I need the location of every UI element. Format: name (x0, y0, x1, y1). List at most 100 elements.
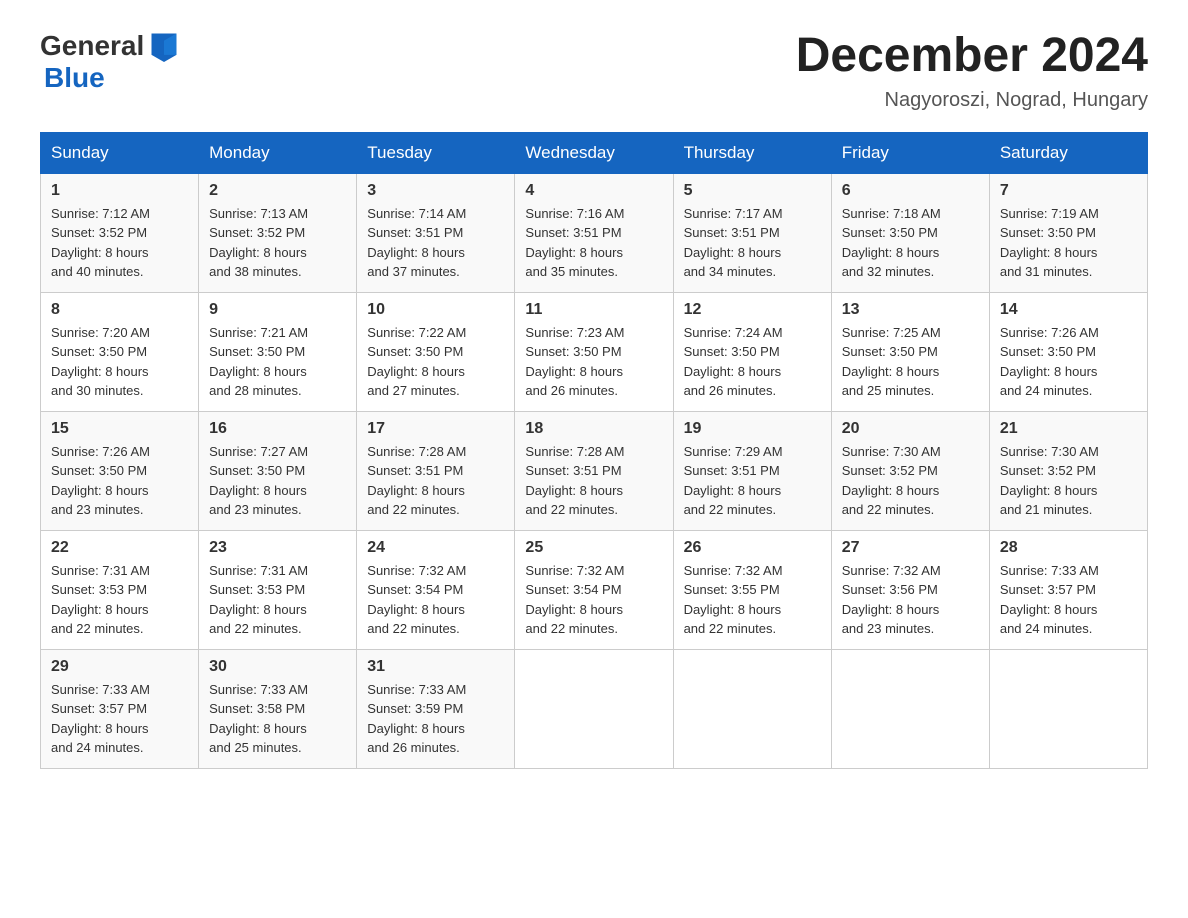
logo-text-blue: Blue (44, 62, 105, 94)
day-number: 12 (684, 301, 821, 319)
day-info: Sunrise: 7:13 AMSunset: 3:52 PMDaylight:… (209, 204, 346, 282)
calendar-cell (831, 649, 989, 768)
calendar-cell: 20 Sunrise: 7:30 AMSunset: 3:52 PMDayligh… (831, 411, 989, 530)
day-info: Sunrise: 7:33 AMSunset: 3:58 PMDaylight:… (209, 680, 346, 758)
calendar-cell: 8 Sunrise: 7:20 AMSunset: 3:50 PMDaylight… (41, 292, 199, 411)
calendar-cell: 17 Sunrise: 7:28 AMSunset: 3:51 PMDayligh… (357, 411, 515, 530)
calendar-cell: 19 Sunrise: 7:29 AMSunset: 3:51 PMDayligh… (673, 411, 831, 530)
calendar-cell: 26 Sunrise: 7:32 AMSunset: 3:55 PMDayligh… (673, 530, 831, 649)
calendar-cell: 6 Sunrise: 7:18 AMSunset: 3:50 PMDaylight… (831, 173, 989, 292)
day-info: Sunrise: 7:27 AMSunset: 3:50 PMDaylight:… (209, 442, 346, 520)
day-number: 10 (367, 301, 504, 319)
col-header-tuesday: Tuesday (357, 132, 515, 173)
calendar-cell: 25 Sunrise: 7:32 AMSunset: 3:54 PMDayligh… (515, 530, 673, 649)
calendar-cell (673, 649, 831, 768)
day-number: 11 (525, 301, 662, 319)
month-title: December 2024 (796, 30, 1148, 83)
day-info: Sunrise: 7:26 AMSunset: 3:50 PMDaylight:… (1000, 323, 1137, 401)
calendar-cell: 12 Sunrise: 7:24 AMSunset: 3:50 PMDayligh… (673, 292, 831, 411)
calendar-cell: 14 Sunrise: 7:26 AMSunset: 3:50 PMDayligh… (989, 292, 1147, 411)
col-header-thursday: Thursday (673, 132, 831, 173)
calendar-cell: 23Sunrise: 7:31 AMSunset: 3:53 PMDayligh… (199, 530, 357, 649)
day-info: Sunrise: 7:25 AMSunset: 3:50 PMDaylight:… (842, 323, 979, 401)
logo: General Blue (40, 30, 180, 94)
day-info: Sunrise: 7:33 AMSunset: 3:57 PMDaylight:… (51, 680, 188, 758)
calendar-header-row: SundayMondayTuesdayWednesdayThursdayFrid… (41, 132, 1148, 173)
week-row-1: 1Sunrise: 7:12 AMSunset: 3:52 PMDaylight… (41, 173, 1148, 292)
day-number: 28 (1000, 539, 1137, 557)
day-number: 30 (209, 658, 346, 676)
day-info: Sunrise: 7:32 AMSunset: 3:55 PMDaylight:… (684, 561, 821, 639)
calendar-cell: 16 Sunrise: 7:27 AMSunset: 3:50 PMDayligh… (199, 411, 357, 530)
logo-text-general: General (40, 30, 144, 62)
day-number: 22 (51, 539, 188, 557)
day-info: Sunrise: 7:31 AMSunset: 3:53 PMDaylight:… (51, 561, 188, 639)
day-number: 24 (367, 539, 504, 557)
location-subtitle: Nagyoroszi, Nograd, Hungary (796, 89, 1148, 112)
col-header-wednesday: Wednesday (515, 132, 673, 173)
calendar-cell (989, 649, 1147, 768)
col-header-saturday: Saturday (989, 132, 1147, 173)
day-number: 20 (842, 420, 979, 438)
day-number: 9 (209, 301, 346, 319)
calendar-cell: 13 Sunrise: 7:25 AMSunset: 3:50 PMDayligh… (831, 292, 989, 411)
day-number: 16 (209, 420, 346, 438)
calendar-cell: 5Sunrise: 7:17 AMSunset: 3:51 PMDaylight… (673, 173, 831, 292)
day-info: Sunrise: 7:28 AMSunset: 3:51 PMDaylight:… (525, 442, 662, 520)
day-number: 8 (51, 301, 188, 319)
calendar-cell (515, 649, 673, 768)
col-header-friday: Friday (831, 132, 989, 173)
week-row-4: 22 Sunrise: 7:31 AMSunset: 3:53 PMDayligh… (41, 530, 1148, 649)
calendar-table: SundayMondayTuesdayWednesdayThursdayFrid… (40, 132, 1148, 769)
week-row-3: 15 Sunrise: 7:26 AMSunset: 3:50 PMDayligh… (41, 411, 1148, 530)
day-info: Sunrise: 7:16 AMSunset: 3:51 PMDaylight:… (525, 204, 662, 282)
day-info: Sunrise: 7:26 AMSunset: 3:50 PMDaylight:… (51, 442, 188, 520)
calendar-cell: 30 Sunrise: 7:33 AMSunset: 3:58 PMDayligh… (199, 649, 357, 768)
calendar-cell: 22 Sunrise: 7:31 AMSunset: 3:53 PMDayligh… (41, 530, 199, 649)
calendar-cell: 28Sunrise: 7:33 AMSunset: 3:57 PMDayligh… (989, 530, 1147, 649)
day-number: 18 (525, 420, 662, 438)
calendar-cell: 15 Sunrise: 7:26 AMSunset: 3:50 PMDayligh… (41, 411, 199, 530)
day-info: Sunrise: 7:14 AMSunset: 3:51 PMDaylight:… (367, 204, 504, 282)
calendar-cell: 11 Sunrise: 7:23 AMSunset: 3:50 PMDayligh… (515, 292, 673, 411)
calendar-cell: 7Sunrise: 7:19 AMSunset: 3:50 PMDaylight… (989, 173, 1147, 292)
calendar-cell: 4 Sunrise: 7:16 AMSunset: 3:51 PMDaylight… (515, 173, 673, 292)
day-number: 14 (1000, 301, 1137, 319)
week-row-5: 29 Sunrise: 7:33 AMSunset: 3:57 PMDayligh… (41, 649, 1148, 768)
day-info: Sunrise: 7:23 AMSunset: 3:50 PMDaylight:… (525, 323, 662, 401)
calendar-cell: 18 Sunrise: 7:28 AMSunset: 3:51 PMDayligh… (515, 411, 673, 530)
day-number: 13 (842, 301, 979, 319)
calendar-cell: 9 Sunrise: 7:21 AMSunset: 3:50 PMDaylight… (199, 292, 357, 411)
day-number: 15 (51, 420, 188, 438)
day-number: 26 (684, 539, 821, 557)
col-header-monday: Monday (199, 132, 357, 173)
day-number: 17 (367, 420, 504, 438)
calendar-cell: 24 Sunrise: 7:32 AMSunset: 3:54 PMDayligh… (357, 530, 515, 649)
calendar-cell: 31Sunrise: 7:33 AMSunset: 3:59 PMDayligh… (357, 649, 515, 768)
day-number: 19 (684, 420, 821, 438)
day-number: 27 (842, 539, 979, 557)
day-number: 29 (51, 658, 188, 676)
col-header-sunday: Sunday (41, 132, 199, 173)
day-info: Sunrise: 7:29 AMSunset: 3:51 PMDaylight:… (684, 442, 821, 520)
day-info: Sunrise: 7:32 AMSunset: 3:56 PMDaylight:… (842, 561, 979, 639)
day-info: Sunrise: 7:28 AMSunset: 3:51 PMDaylight:… (367, 442, 504, 520)
page-header: General Blue December 2024 Nagyoroszi, N… (40, 30, 1148, 112)
day-info: Sunrise: 7:24 AMSunset: 3:50 PMDaylight:… (684, 323, 821, 401)
calendar-cell: 1Sunrise: 7:12 AMSunset: 3:52 PMDaylight… (41, 173, 199, 292)
day-info: Sunrise: 7:32 AMSunset: 3:54 PMDaylight:… (525, 561, 662, 639)
day-info: Sunrise: 7:30 AMSunset: 3:52 PMDaylight:… (842, 442, 979, 520)
day-number: 6 (842, 182, 979, 200)
day-info: Sunrise: 7:21 AMSunset: 3:50 PMDaylight:… (209, 323, 346, 401)
day-number: 25 (525, 539, 662, 557)
calendar-cell: 10Sunrise: 7:22 AMSunset: 3:50 PMDayligh… (357, 292, 515, 411)
day-number: 4 (525, 182, 662, 200)
day-info: Sunrise: 7:18 AMSunset: 3:50 PMDaylight:… (842, 204, 979, 282)
day-info: Sunrise: 7:20 AMSunset: 3:50 PMDaylight:… (51, 323, 188, 401)
day-number: 7 (1000, 182, 1137, 200)
day-info: Sunrise: 7:32 AMSunset: 3:54 PMDaylight:… (367, 561, 504, 639)
day-number: 1 (51, 182, 188, 200)
day-number: 23 (209, 539, 346, 557)
day-info: Sunrise: 7:17 AMSunset: 3:51 PMDaylight:… (684, 204, 821, 282)
day-number: 2 (209, 182, 346, 200)
